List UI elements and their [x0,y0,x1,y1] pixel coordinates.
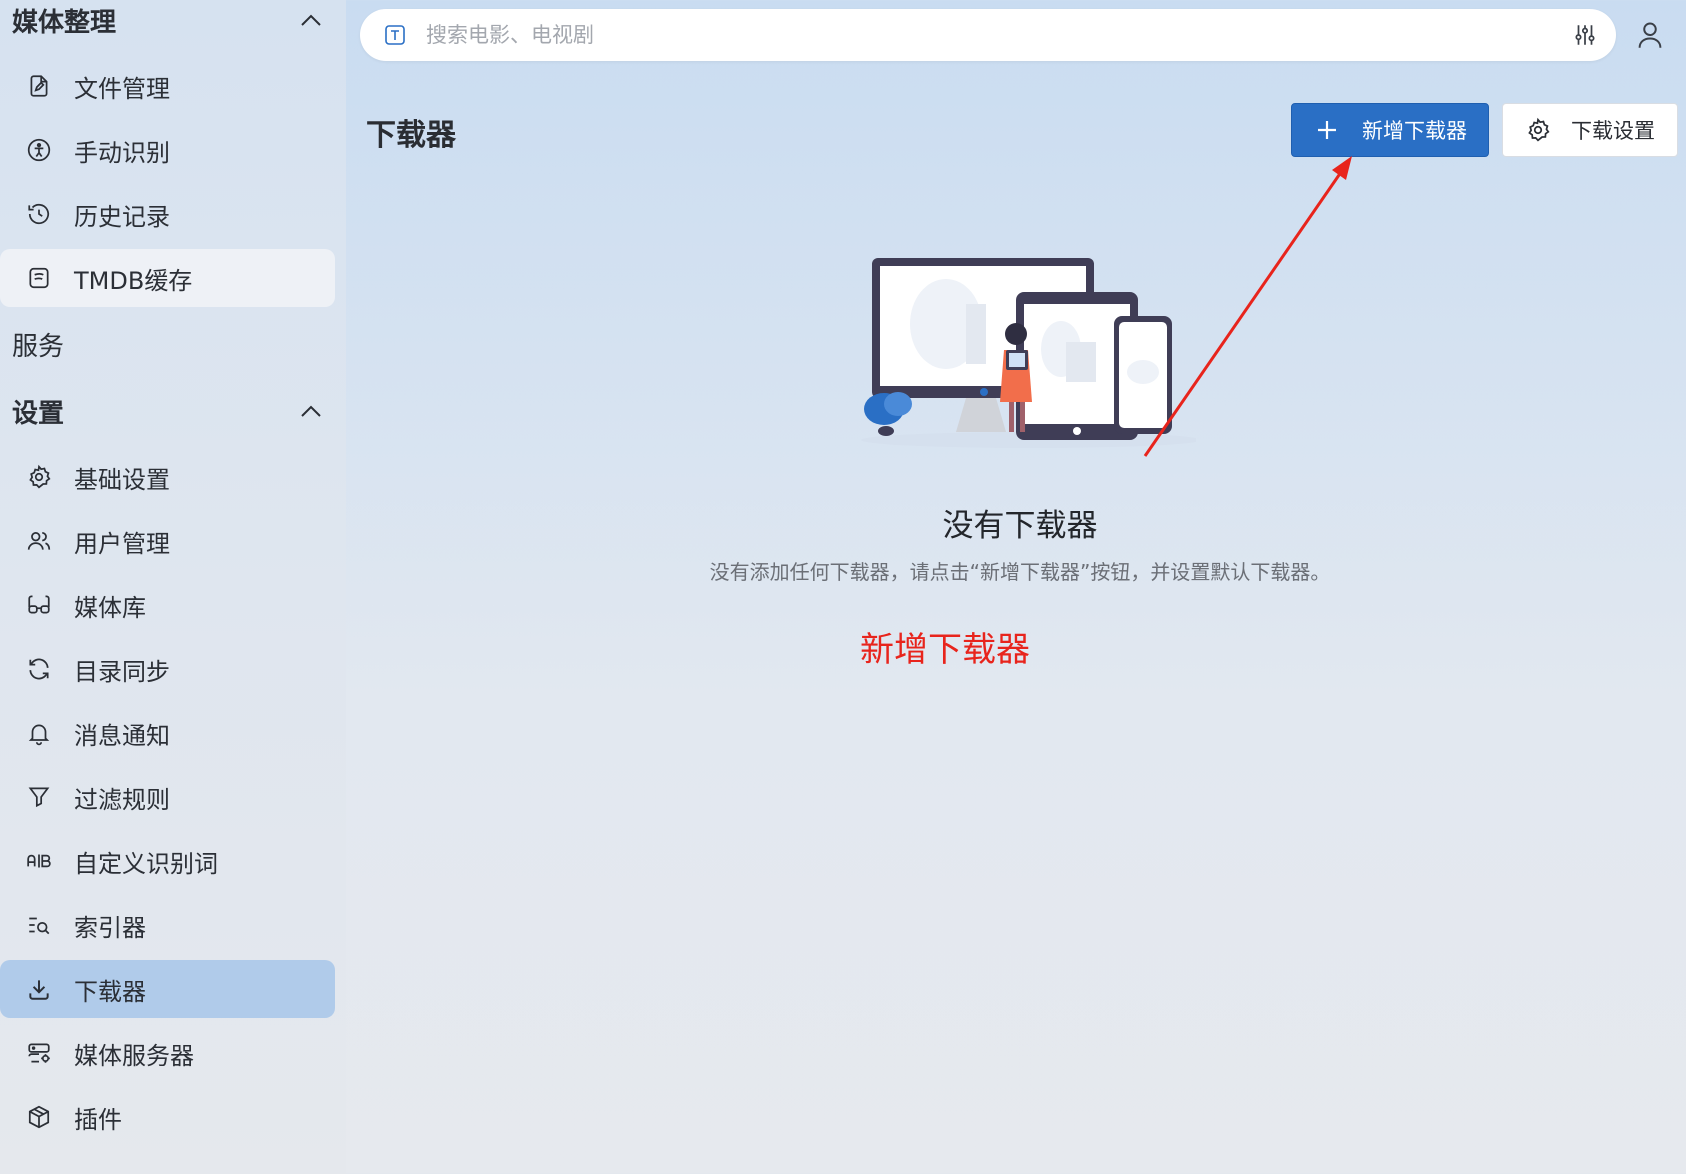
sidebar-item-notifications[interactable]: 消息通知 [0,704,335,762]
accessibility-icon [24,135,54,165]
refresh-icon [24,654,54,684]
sidebar-item-downloader[interactable]: 下载器 [0,960,335,1018]
download-settings-button[interactable]: 下载设置 [1502,103,1678,157]
sidebar-item-label: 媒体库 [74,593,146,622]
group-label: 服务 [12,331,65,362]
sidebar-item-label: 消息通知 [74,721,170,750]
sidebar-item-tmdb-cache[interactable]: TMDB缓存 [0,249,335,307]
search-input[interactable] [424,22,1428,48]
server-cog-icon [24,1038,54,1068]
package-icon [24,1102,54,1132]
annotation-text: 新增下载器 [860,630,1030,670]
group-header-settings[interactable]: 设置 [12,391,324,431]
bell-icon [24,718,54,748]
download-icon [24,974,54,1004]
sidebar-item-label: 手动识别 [74,138,170,167]
group-label: 媒体整理 [12,7,117,38]
filter-icon [24,782,54,812]
sidebar-item-file-manager[interactable]: 文件管理 [0,57,335,115]
group-header-media[interactable]: 媒体整理 [12,0,324,40]
adjustments-icon[interactable] [1572,22,1598,48]
sidebar-item-label: 基础设置 [74,465,170,494]
cache-icon [24,263,54,293]
sidebar-item-manual-recognize[interactable]: 手动识别 [0,121,335,179]
sidebar: 媒体整理 文件管理 手动识别 历史记录 TMDB缓存 服务 设置 基础设置 用户… [0,0,346,1174]
sidebar-item-media-server[interactable]: 媒体服务器 [0,1024,335,1082]
chevron-up-icon [298,398,324,424]
button-label: 下载设置 [1571,119,1655,143]
sidebar-item-filter-rules[interactable]: 过滤规则 [0,768,335,826]
annotation-arrow [1143,156,1352,457]
sidebar-item-label: 下载器 [74,977,146,1006]
group-header-services[interactable]: 服务 [12,324,324,364]
sidebar-item-label: 索引器 [74,913,146,942]
sidebar-item-plugins[interactable]: 插件 [0,1088,335,1146]
ab-icon [24,846,54,876]
sidebar-item-label: 插件 [74,1105,122,1134]
gear-icon [1528,117,1550,142]
sidebar-item-history[interactable]: 历史记录 [0,185,335,243]
plus-icon [1318,121,1336,139]
sidebar-item-directory-sync[interactable]: 目录同步 [0,640,335,698]
sidebar-item-label: 自定义识别词 [74,849,218,878]
sidebar-item-label: 过滤规则 [74,785,170,814]
sidebar-item-label: 历史记录 [74,202,170,231]
search-bar [360,9,1616,61]
sidebar-item-label: TMDB缓存 [74,266,193,295]
empty-state-description: 没有添加任何下载器，请点击“新增下载器”按钮，并设置默认下载器。 [709,560,1331,584]
sidebar-item-custom-words[interactable]: 自定义识别词 [0,832,335,890]
user-icon[interactable] [1636,20,1664,50]
sidebar-item-label: 文件管理 [74,74,170,103]
page-title: 下载器 [366,118,456,153]
empty-state-title: 没有下载器 [942,508,1098,544]
button-label: 新增下载器 [1362,119,1467,143]
add-downloader-button[interactable]: 新增下载器 [1291,103,1489,157]
text-type-icon [382,22,408,48]
glasses-icon [24,590,54,620]
chevron-up-icon [298,7,324,33]
group-label: 设置 [12,398,65,429]
file-edit-icon [24,71,54,101]
history-icon [24,199,54,229]
sidebar-item-label: 媒体服务器 [74,1041,194,1070]
sidebar-item-basic-settings[interactable]: 基础设置 [0,448,335,506]
gear-icon [24,462,54,492]
list-search-icon [24,910,54,940]
sidebar-item-label: 目录同步 [74,657,170,686]
sidebar-item-indexer[interactable]: 索引器 [0,896,335,954]
